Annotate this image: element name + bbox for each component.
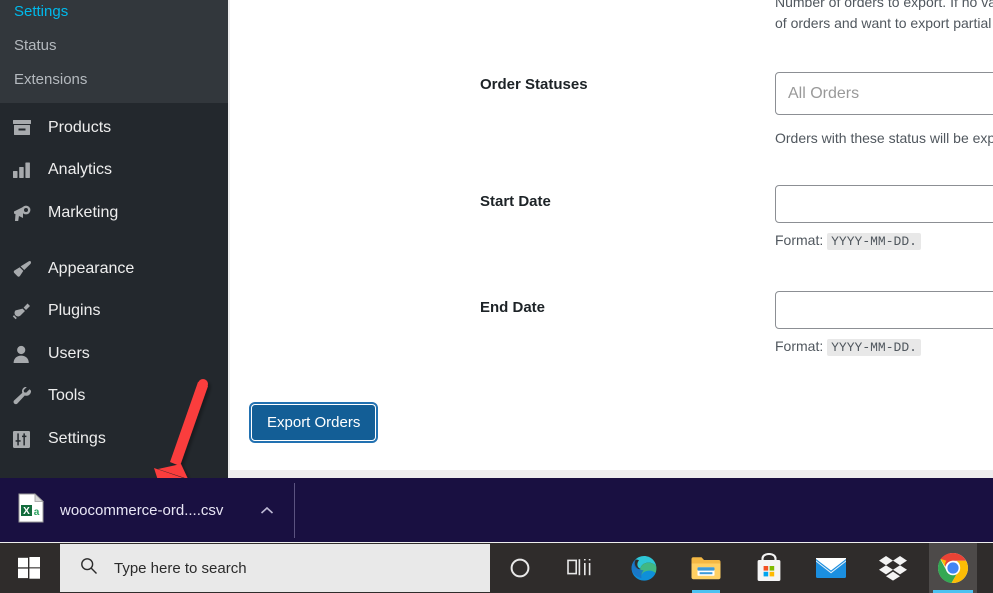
sidebar-item-tools[interactable]: Tools: [0, 379, 228, 413]
task-view-icon[interactable]: [556, 543, 604, 593]
end-date-label: End Date: [480, 299, 546, 316]
start-date-input[interactable]: [775, 185, 993, 223]
download-item[interactable]: X a woocommerce-ord....csv: [18, 486, 223, 534]
end-date-field[interactable]: [775, 291, 993, 329]
start-date-format-hint: Format: YYYY-MM-DD.: [775, 232, 921, 250]
sidebar-item-appearance-label: Appearance: [48, 260, 135, 277]
sidebar-submenu-status[interactable]: Status: [0, 29, 228, 63]
sidebar-submenu-extensions-label: Extensions: [14, 71, 88, 88]
sidebar-submenu-status-label: Status: [14, 37, 57, 54]
search-input[interactable]: Type here to search: [60, 544, 490, 592]
start-date-field[interactable]: [775, 185, 993, 223]
sidebar-item-plugins-label: Plugins: [48, 302, 101, 319]
microsoft-store-icon[interactable]: [745, 543, 793, 593]
settings-sliders-icon: [12, 428, 38, 450]
download-file-name: woocommerce-ord....csv: [60, 501, 224, 519]
users-person-icon: [12, 343, 38, 365]
analytics-chart-icon: [12, 159, 38, 181]
windows-taskbar: Type here to search: [0, 543, 993, 593]
plugins-plug-icon: [12, 300, 38, 322]
order-count-description-line1: Number of orders to export. If no value …: [775, 0, 993, 10]
end-date-format-hint: Format: YYYY-MM-DD.: [775, 338, 921, 356]
wp-admin-sidebar: Settings Status Extensions Products Anal…: [0, 0, 228, 478]
google-chrome-icon[interactable]: [929, 543, 977, 593]
start-date-label: Start Date: [480, 193, 551, 210]
mail-icon[interactable]: [807, 543, 855, 593]
sidebar-item-appearance[interactable]: Appearance: [0, 252, 228, 286]
sidebar-item-products-label: Products: [48, 119, 112, 136]
order-statuses-select[interactable]: All Orders: [775, 72, 993, 115]
sidebar-item-analytics-label: Analytics: [48, 161, 113, 178]
sidebar-submenu-settings-label: Settings: [14, 3, 69, 20]
excel-csv-file-icon: X a: [18, 492, 45, 528]
sidebar-item-marketing[interactable]: Marketing: [0, 196, 228, 230]
sidebar-item-users-label: Users: [48, 345, 90, 362]
svg-text:a: a: [34, 507, 40, 518]
search-icon: [80, 557, 98, 580]
marketing-megaphone-icon: [12, 202, 38, 224]
sidebar-item-settings-label: Settings: [48, 430, 106, 447]
order-statuses-label: Order Statuses: [480, 76, 588, 93]
export-orders-panel: Number of orders to export. If no value …: [230, 0, 993, 470]
end-date-format-code: YYYY-MM-DD.: [827, 339, 921, 356]
appearance-brush-icon: [12, 258, 38, 280]
cortana-icon[interactable]: [496, 543, 544, 593]
chrome-downloads-bar: X a woocommerce-ord....csv: [0, 478, 993, 542]
sidebar-submenu-extensions[interactable]: Extensions: [0, 63, 228, 97]
tools-wrench-icon: [12, 385, 38, 407]
microsoft-edge-icon[interactable]: [620, 543, 668, 593]
sidebar-submenu-settings[interactable]: Settings: [0, 0, 228, 29]
end-date-format-prefix: Format:: [775, 338, 824, 354]
file-explorer-icon[interactable]: [682, 543, 730, 593]
downloads-bar-separator: [294, 483, 295, 538]
order-statuses-field[interactable]: All Orders: [775, 72, 993, 115]
order-count-description: Number of orders to export. If no value …: [775, 0, 993, 34]
dropbox-icon[interactable]: [869, 543, 917, 593]
windows-start-icon[interactable]: [0, 543, 57, 593]
search-placeholder-text: Type here to search: [114, 559, 247, 577]
sidebar-item-plugins[interactable]: Plugins: [0, 294, 228, 328]
order-count-description-line2: of orders and want to export partial lis…: [775, 15, 993, 31]
export-orders-button[interactable]: Export Orders: [252, 405, 376, 440]
sidebar-item-products[interactable]: Products: [0, 111, 228, 145]
sidebar-item-users[interactable]: Users: [0, 337, 228, 371]
order-statuses-description: Orders with these status will be exporte…: [775, 130, 993, 146]
sidebar-item-settings[interactable]: Settings: [0, 422, 228, 456]
end-date-input[interactable]: [775, 291, 993, 329]
products-box-icon: [12, 117, 38, 139]
start-date-format-code: YYYY-MM-DD.: [827, 233, 921, 250]
svg-text:X: X: [23, 506, 30, 517]
sidebar-item-analytics[interactable]: Analytics: [0, 153, 228, 187]
sidebar-item-marketing-label: Marketing: [48, 204, 119, 221]
sidebar-item-tools-label: Tools: [48, 387, 86, 404]
chevron-up-icon[interactable]: [256, 500, 278, 520]
order-statuses-placeholder: All Orders: [788, 84, 860, 102]
screen-root: Number of orders to export. If no value …: [0, 0, 993, 593]
start-date-format-prefix: Format:: [775, 232, 824, 248]
